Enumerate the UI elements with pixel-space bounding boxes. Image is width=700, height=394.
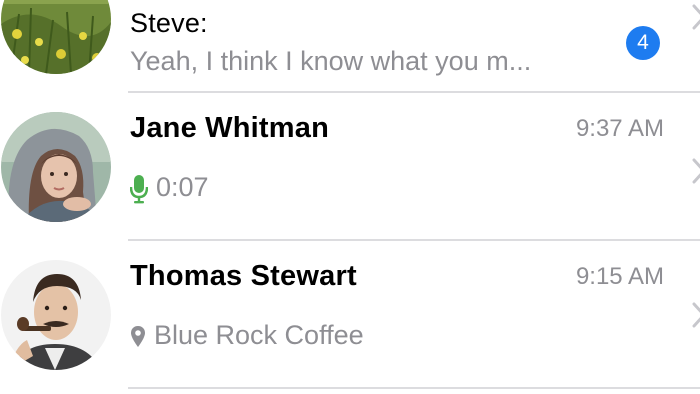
photo-woman-hood-avatar: [1, 112, 111, 222]
conversation-row-thomas-stewart[interactable]: Thomas Stewart 9:15 AM Blue Rock Coffee: [0, 240, 700, 388]
message-preview: Yeah, I think I know what you m...: [130, 46, 532, 76]
shared-location-name: Blue Rock Coffee: [154, 320, 364, 350]
message-preview-row: 0:07: [130, 172, 209, 204]
location-pin-icon: [131, 325, 145, 347]
message-time: 9:15 AM: [575, 263, 664, 290]
contact-name: Steve:: [130, 8, 208, 38]
contact-name: Thomas Stewart: [130, 260, 357, 292]
photo-man-pipe-avatar: [1, 260, 111, 370]
conversation-row-steve[interactable]: Steve: Yeah, I think I know what you m..…: [0, 0, 700, 92]
message-preview-row: Blue Rock Coffee: [130, 320, 364, 351]
avatar: [1, 112, 111, 222]
chevron-right-icon: [692, 302, 700, 328]
conversation-list: Steve: Yeah, I think I know what you m..…: [0, 0, 700, 394]
unread-badge: 4: [626, 26, 660, 60]
avatar: [1, 260, 111, 370]
message-time: 9:37 AM: [575, 115, 664, 142]
contact-name: Jane Whitman: [130, 112, 329, 144]
microphone-icon: [130, 174, 148, 204]
photo-flowers-avatar: [1, 0, 111, 74]
chevron-right-icon: [692, 4, 700, 30]
voice-message-duration: 0:07: [156, 172, 209, 202]
row-divider: [128, 387, 700, 389]
avatar: [1, 0, 111, 74]
conversation-row-jane-whitman[interactable]: Jane Whitman 9:37 AM 0:07: [0, 92, 700, 240]
chevron-right-icon: [692, 158, 700, 184]
